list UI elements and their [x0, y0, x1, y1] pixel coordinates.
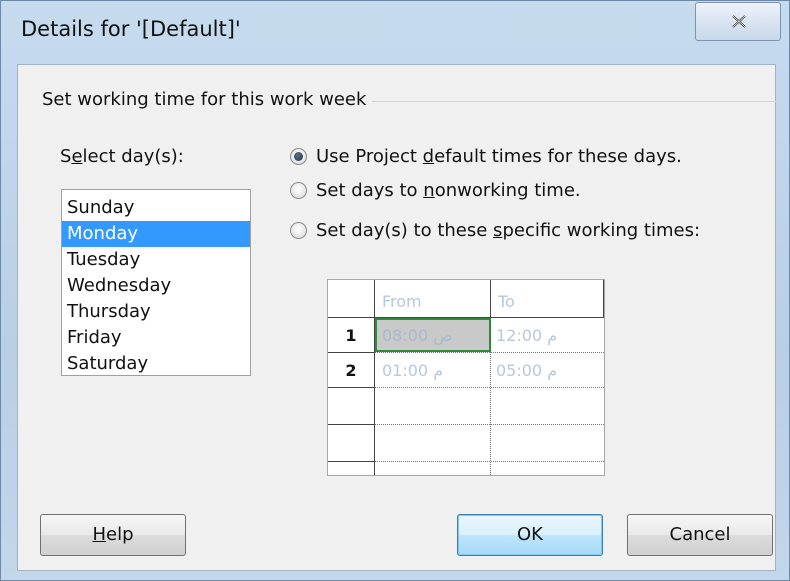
option-specific-times[interactable]: Set day(s) to these specific working tim…	[290, 217, 700, 243]
day-item-friday[interactable]: Friday	[62, 325, 250, 351]
day-item-tuesday[interactable]: Tuesday	[62, 247, 250, 273]
grid-divider	[375, 352, 604, 353]
ok-button[interactable]: OK	[457, 514, 603, 556]
select-days-label: Select day(s):	[60, 146, 184, 167]
grid-divider	[328, 461, 375, 462]
grid-divider	[375, 387, 604, 388]
day-item-monday[interactable]: Monday	[62, 221, 250, 247]
day-item-thursday[interactable]: Thursday	[62, 299, 250, 325]
column-header-from: From	[382, 292, 422, 311]
day-item-wednesday[interactable]: Wednesday	[62, 273, 250, 299]
option-nonworking-time[interactable]: Set days to nonworking time.	[290, 177, 581, 203]
from-time-cell[interactable]: 08:00 ص	[382, 326, 453, 345]
option-nonworking-time-label: Set days to nonworking time.	[316, 179, 581, 201]
grid-divider	[374, 280, 375, 475]
to-time-cell[interactable]: 12:00 م	[496, 326, 557, 345]
option-specific-times-label: Set day(s) to these specific working tim…	[316, 219, 701, 241]
working-times-grid[interactable]: From To 1 08:00 ص 12:00 م 2 01:00 م 05:0…	[327, 279, 605, 476]
row-number: 1	[345, 326, 357, 345]
day-item-saturday[interactable]: Saturday	[62, 351, 250, 377]
window-title: Details for '[Default]'	[21, 17, 241, 41]
option-default-times[interactable]: Use Project default times for these days…	[290, 143, 682, 169]
radio-button[interactable]	[290, 221, 307, 239]
radio-button[interactable]	[290, 181, 307, 199]
from-time-cell[interactable]: 01:00 م	[382, 361, 443, 380]
row-number: 2	[345, 361, 357, 380]
grid-divider	[375, 424, 604, 425]
to-time-cell[interactable]: 05:00 م	[496, 361, 557, 380]
grid-divider	[328, 352, 375, 353]
close-icon	[732, 15, 746, 28]
help-button[interactable]: Help	[40, 514, 186, 556]
day-item-sunday[interactable]: Sunday	[62, 195, 250, 221]
dialog-window: Details for '[Default]' Set working time…	[0, 0, 790, 581]
group-label: Set working time for this work week	[42, 89, 373, 110]
days-listbox[interactable]: Sunday Monday Tuesday Wednesday Thursday…	[61, 189, 251, 376]
radio-button-checked[interactable]	[290, 147, 307, 165]
title-bar[interactable]: Details for '[Default]'	[1, 1, 790, 51]
option-default-times-label: Use Project default times for these days…	[316, 145, 682, 167]
dialog-client-area: Set working time for this work week Sele…	[17, 64, 777, 571]
column-header-to: To	[498, 292, 515, 311]
grid-divider	[375, 461, 604, 462]
grid-divider	[328, 424, 375, 425]
cancel-button[interactable]: Cancel	[627, 514, 773, 556]
grid-divider	[603, 280, 604, 318]
close-button[interactable]	[695, 2, 781, 41]
grid-divider	[328, 387, 375, 388]
grid-divider	[490, 280, 491, 318]
